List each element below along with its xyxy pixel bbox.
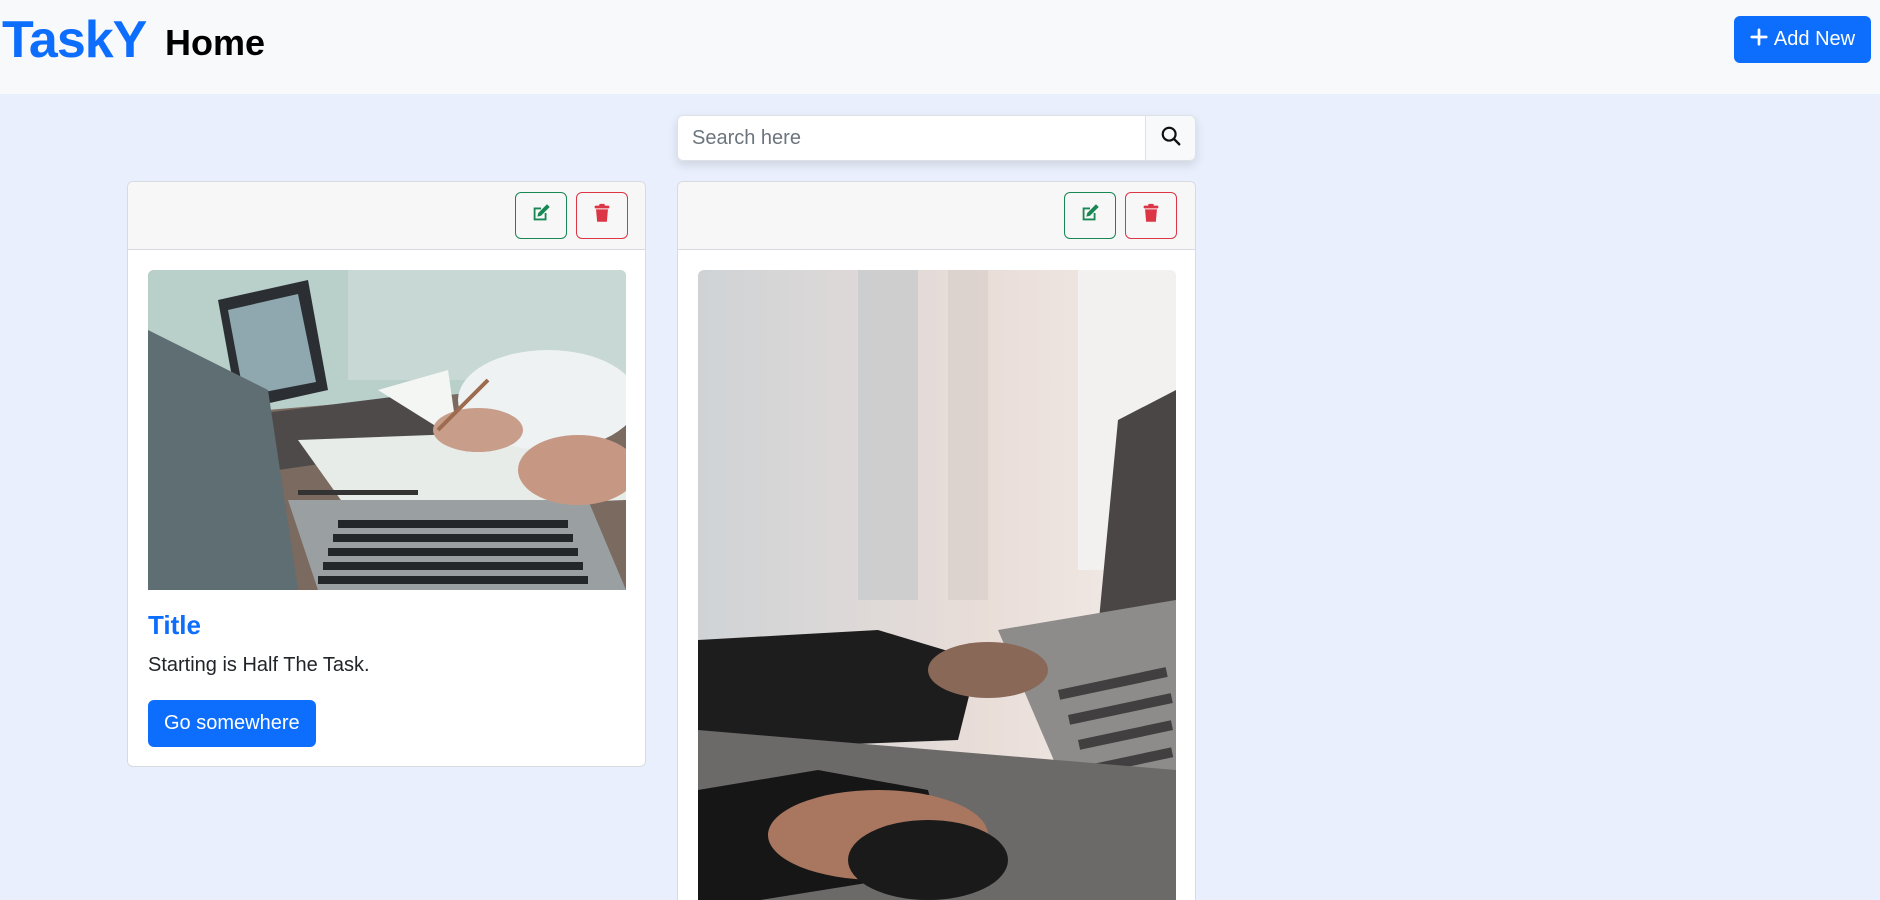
nav-home-link[interactable]: Home [165, 22, 265, 64]
task-card [677, 181, 1196, 900]
card-title: Title [148, 610, 201, 640]
delete-button[interactable] [1125, 192, 1177, 239]
pencil-square-icon [1079, 202, 1101, 229]
search-icon [1160, 125, 1182, 152]
delete-button[interactable] [576, 192, 628, 239]
add-new-button[interactable]: Add New [1734, 16, 1871, 63]
trash-icon [1140, 202, 1162, 229]
trash-icon [591, 202, 613, 229]
card-header [128, 182, 645, 250]
pencil-square-icon [530, 202, 552, 229]
plus-icon [1750, 27, 1768, 52]
edit-button[interactable] [1064, 192, 1116, 239]
card-header [678, 182, 1195, 250]
search-input[interactable] [677, 115, 1145, 161]
card-image [148, 270, 626, 590]
go-somewhere-button[interactable]: Go somewhere [148, 700, 316, 747]
brand-logo[interactable]: TaskY [2, 10, 147, 70]
edit-button[interactable] [515, 192, 567, 239]
card-text: Starting is Half The Task. [148, 654, 370, 676]
navbar: TaskY Home Add New [0, 0, 1880, 94]
search-group [677, 115, 1196, 161]
search-button[interactable] [1145, 115, 1196, 161]
add-new-label: Add New [1773, 28, 1856, 50]
card-image [698, 270, 1176, 900]
task-card: Title Starting is Half The Task. Go some… [127, 181, 646, 767]
